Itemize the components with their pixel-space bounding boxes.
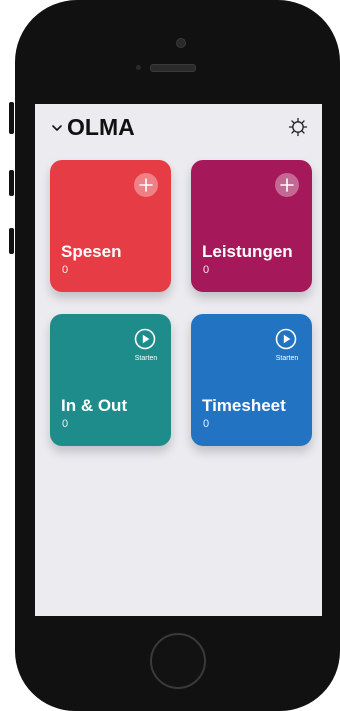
app-title-switcher[interactable]: OLMA xyxy=(51,114,135,141)
plus-circle-icon[interactable] xyxy=(134,173,158,197)
tile-count: 0 xyxy=(62,418,69,430)
start-label: Starten xyxy=(134,355,158,362)
volume-down-button xyxy=(9,228,14,254)
tile-count: 0 xyxy=(62,264,69,276)
mute-switch xyxy=(9,102,14,134)
gear-icon[interactable] xyxy=(287,116,309,138)
volume-up-button xyxy=(9,170,14,196)
tile-timesheet[interactable]: Starten Timesheet 0 xyxy=(191,314,312,446)
tile-title: Spesen xyxy=(61,242,122,261)
tile-title: Timesheet xyxy=(202,396,286,415)
tile-in-and-out[interactable]: Starten In & Out 0 xyxy=(50,314,171,446)
tile-title: In & Out xyxy=(61,396,128,415)
play-circle-icon xyxy=(275,328,297,350)
tile-count: 0 xyxy=(203,264,210,276)
device-mockup: OLMA Spesen 0 Leistungen 0 Starten In & … xyxy=(0,0,340,711)
tile-spesen[interactable]: Spesen 0 xyxy=(50,160,171,292)
start-button[interactable]: Starten xyxy=(128,328,164,368)
earpiece-speaker xyxy=(150,64,196,72)
plus-circle-icon[interactable] xyxy=(275,173,299,197)
front-camera xyxy=(176,38,186,48)
play-circle-icon xyxy=(134,328,156,350)
app-header: OLMA xyxy=(35,104,322,148)
tile-count: 0 xyxy=(203,418,210,430)
tile-title: Leistungen xyxy=(202,242,293,261)
tile-leistungen[interactable]: Leistungen 0 xyxy=(191,160,312,292)
app-title: OLMA xyxy=(67,114,135,140)
app-screen: OLMA Spesen 0 Leistungen 0 Starten In & … xyxy=(35,104,322,616)
start-label: Starten xyxy=(275,355,299,362)
proximity-sensor xyxy=(136,65,141,70)
start-button[interactable]: Starten xyxy=(269,328,305,368)
home-button[interactable] xyxy=(150,633,206,689)
chevron-down-icon xyxy=(52,124,62,131)
